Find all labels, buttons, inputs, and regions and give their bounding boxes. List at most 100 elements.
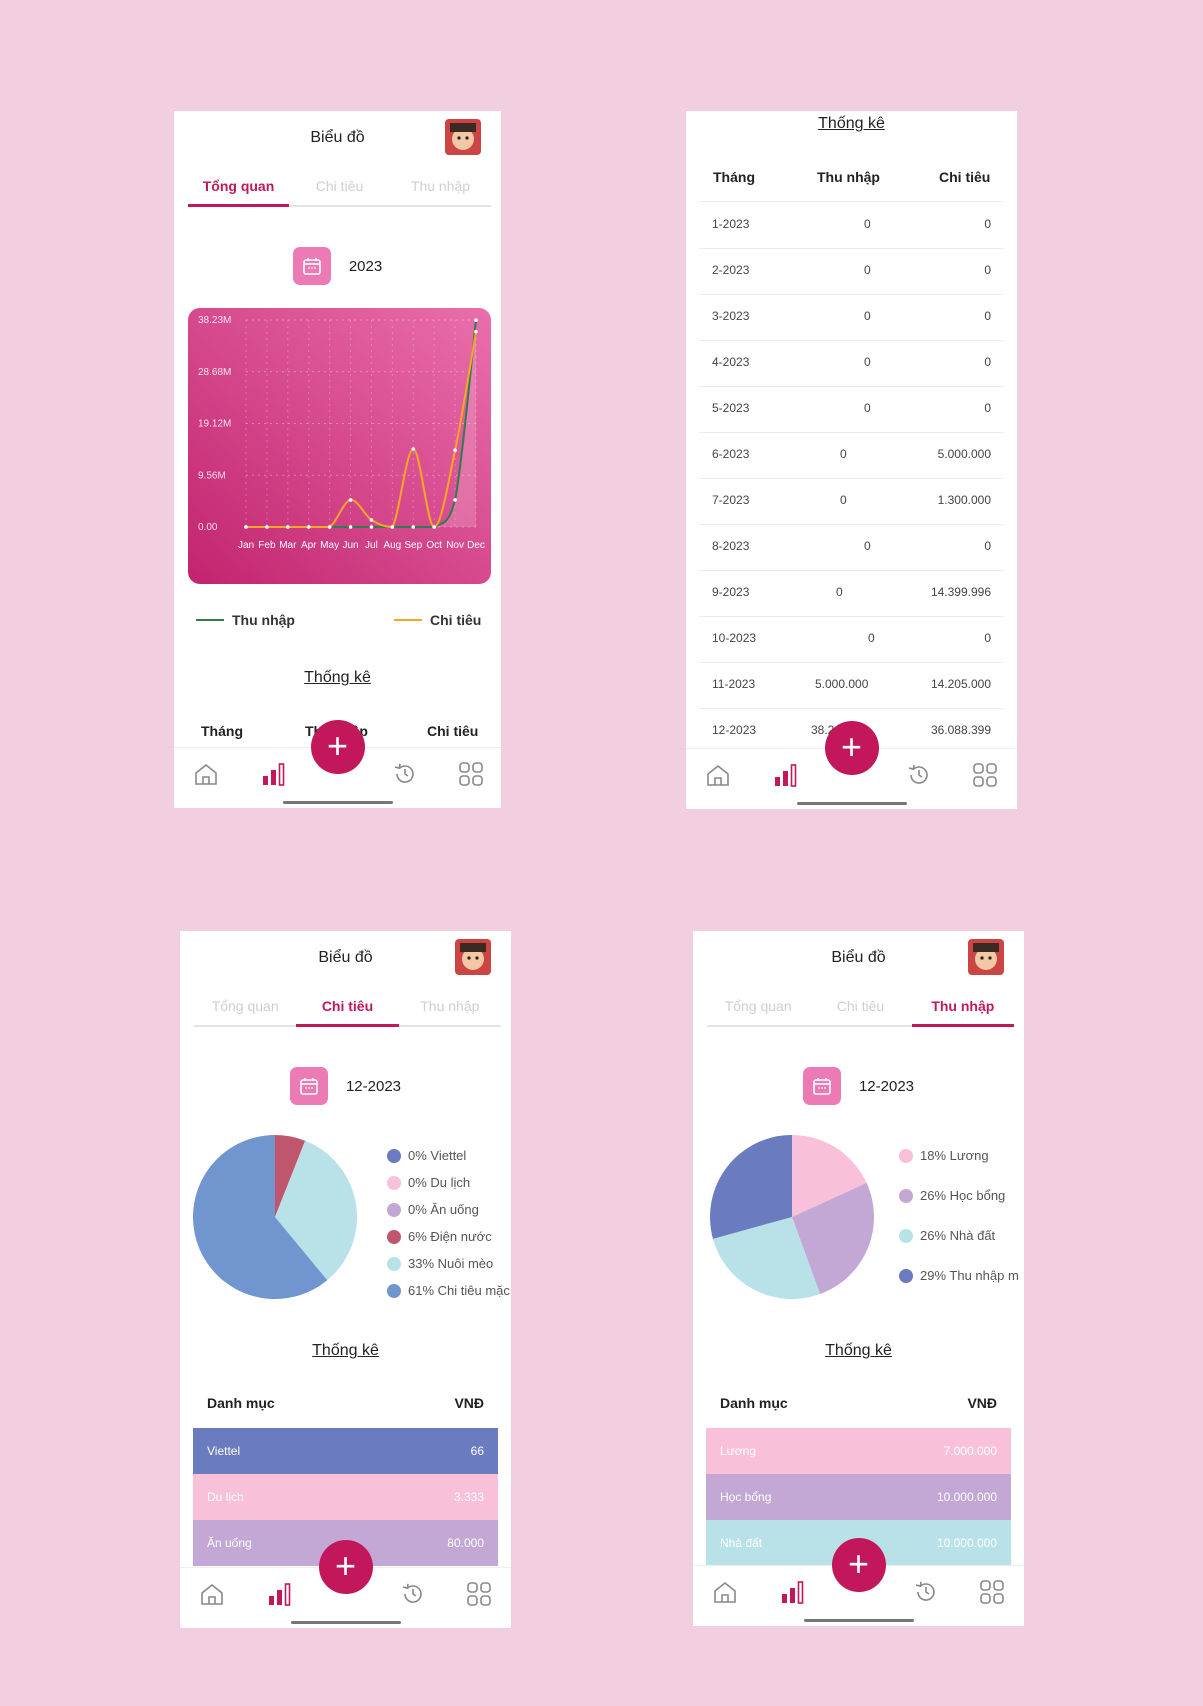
overview-screen: Biểu đồ Tổng quan Chi tiêu Thu nhập 2023…	[174, 111, 501, 808]
history-icon[interactable]	[391, 760, 419, 788]
data-point	[369, 525, 374, 529]
legend-item: 18% Lương	[899, 1148, 989, 1163]
tab-income[interactable]: Thu nhập	[399, 991, 501, 1025]
data-point	[453, 448, 457, 452]
tab-bar: Tổng quan Chi tiêu Thu nhập	[188, 171, 491, 207]
table-row[interactable]: 4-2023 0 0	[699, 340, 1004, 387]
category-row[interactable]: Viettel 66	[193, 1428, 498, 1474]
add-button[interactable]: +	[310, 720, 365, 774]
table-row[interactable]: 5-2023 0 0	[699, 386, 1004, 433]
income-pie-chart	[710, 1135, 874, 1299]
calendar-icon[interactable]	[292, 247, 331, 285]
tab-income[interactable]: Thu nhập	[911, 991, 1015, 1027]
date-picker[interactable]: 12-2023	[693, 1067, 1024, 1105]
stats-title: Thống kê	[818, 115, 885, 132]
table-row[interactable]: 6-2023 0 5.000.000	[699, 432, 1004, 479]
x-tick-label: May	[320, 540, 339, 551]
home-icon[interactable]	[711, 1578, 739, 1606]
category-row[interactable]: Du lịch 3.333	[193, 1474, 498, 1520]
data-point	[369, 518, 374, 522]
table-row[interactable]: 11-2023 5.000.000 14.205.000	[699, 662, 1004, 709]
y-tick-label: 38.23M	[198, 315, 231, 326]
bar-chart-icon[interactable]	[772, 761, 800, 789]
legend-expense: Chi tiêu	[394, 612, 481, 628]
history-icon[interactable]	[905, 761, 933, 789]
stats-title: Thống kê	[312, 1342, 379, 1359]
add-button[interactable]: +	[831, 1538, 886, 1592]
legend-expense-swatch	[394, 619, 422, 621]
category-row[interactable]: Học bổng 10.000.000	[706, 1474, 1011, 1520]
table-row[interactable]: 2-2023 0 0	[699, 248, 1004, 295]
category-row[interactable]: Lương 7.000.000	[706, 1428, 1011, 1474]
tab-overview[interactable]: Tổng quan	[194, 991, 296, 1025]
grid-icon[interactable]	[457, 760, 485, 788]
grid-icon[interactable]	[978, 1578, 1006, 1606]
data-point	[244, 525, 248, 529]
x-tick-label: Jan	[238, 540, 254, 551]
table-row[interactable]: 3-2023 0 0	[699, 294, 1004, 341]
tab-expense[interactable]: Chi tiêu	[809, 991, 911, 1025]
history-icon[interactable]	[912, 1578, 940, 1606]
col-expense: Chi tiêu	[939, 169, 991, 185]
home-icon[interactable]	[198, 1580, 226, 1608]
y-tick-label: 28.68M	[198, 367, 231, 378]
y-tick-label: 0.00	[198, 522, 218, 533]
data-point	[411, 447, 416, 451]
calendar-icon[interactable]	[289, 1067, 328, 1105]
line-chart: 38.23M 28.68M 19.12M 9.56M 0.00 Jan Feb Mar Apr…	[188, 308, 491, 584]
legend-item: 33% Nuôi mèo	[387, 1256, 493, 1271]
col-category: Danh mục	[207, 1395, 275, 1411]
add-button[interactable]: +	[824, 721, 879, 775]
data-point	[348, 525, 353, 529]
legend-item: 26% Học bổng	[899, 1188, 1005, 1203]
tab-bar: Tổng quan Chi tiêu Thu nhập	[707, 991, 1015, 1027]
col-month: Tháng	[713, 169, 755, 185]
bar-chart-icon[interactable]	[266, 1580, 294, 1608]
stats-screen: Thống kê Tháng Thu nhập Chi tiêu 1-2023 0…	[686, 111, 1017, 809]
avatar[interactable]	[455, 939, 491, 975]
data-point	[474, 318, 478, 322]
avatar[interactable]	[968, 939, 1004, 975]
history-icon[interactable]	[399, 1580, 427, 1608]
selected-month: 12-2023	[858, 1077, 915, 1095]
stats-title: Thống kê	[304, 669, 371, 686]
col-expense: Chi tiêu	[427, 723, 479, 739]
table-row[interactable]: 9-2023 0 14.399.996	[699, 570, 1004, 617]
table-row[interactable]: 10-2023 0 0	[699, 616, 1004, 663]
home-indicator	[796, 802, 907, 805]
legend-item: 0% Du lịch	[387, 1175, 470, 1190]
bar-chart-icon[interactable]	[779, 1578, 807, 1606]
date-picker[interactable]: 12-2023	[180, 1067, 511, 1105]
avatar[interactable]	[445, 119, 481, 155]
home-icon[interactable]	[704, 761, 732, 789]
legend-expense-label: Chi tiêu	[430, 612, 482, 628]
calendar-icon[interactable]	[802, 1067, 841, 1105]
data-point	[453, 498, 457, 502]
tab-income[interactable]: Thu nhập	[390, 171, 491, 205]
bottom-nav: +	[180, 1540, 511, 1628]
expense-screen: Biểu đồ Tổng quan Chi tiêu Thu nhập 12-2…	[180, 931, 511, 1628]
tab-overview[interactable]: Tổng quan	[188, 171, 289, 207]
bar-chart-icon[interactable]	[260, 760, 288, 788]
tab-overview[interactable]: Tổng quan	[707, 991, 809, 1025]
table-row[interactable]: 7-2023 0 1.300.000	[699, 478, 1004, 525]
home-indicator	[290, 1621, 401, 1624]
bottom-nav: +	[693, 1538, 1024, 1626]
table-row[interactable]: 8-2023 0 0	[699, 524, 1004, 571]
x-tick-label: Aug	[383, 540, 401, 551]
add-button[interactable]: +	[318, 1540, 373, 1594]
date-picker[interactable]: 2023	[174, 247, 501, 285]
table-row[interactable]: 1-2023 0 0	[699, 202, 1004, 249]
x-tick-label: Mar	[279, 540, 297, 551]
col-month: Tháng	[201, 723, 243, 739]
data-point	[306, 525, 311, 529]
bottom-nav: +	[174, 720, 501, 808]
tab-expense[interactable]: Chi tiêu	[296, 991, 399, 1027]
home-icon[interactable]	[192, 760, 220, 788]
data-point	[432, 525, 436, 529]
grid-icon[interactable]	[465, 1580, 493, 1608]
x-tick-label: Jun	[342, 540, 358, 551]
data-point	[474, 329, 478, 334]
grid-icon[interactable]	[971, 761, 999, 789]
tab-expense[interactable]: Chi tiêu	[289, 171, 390, 205]
